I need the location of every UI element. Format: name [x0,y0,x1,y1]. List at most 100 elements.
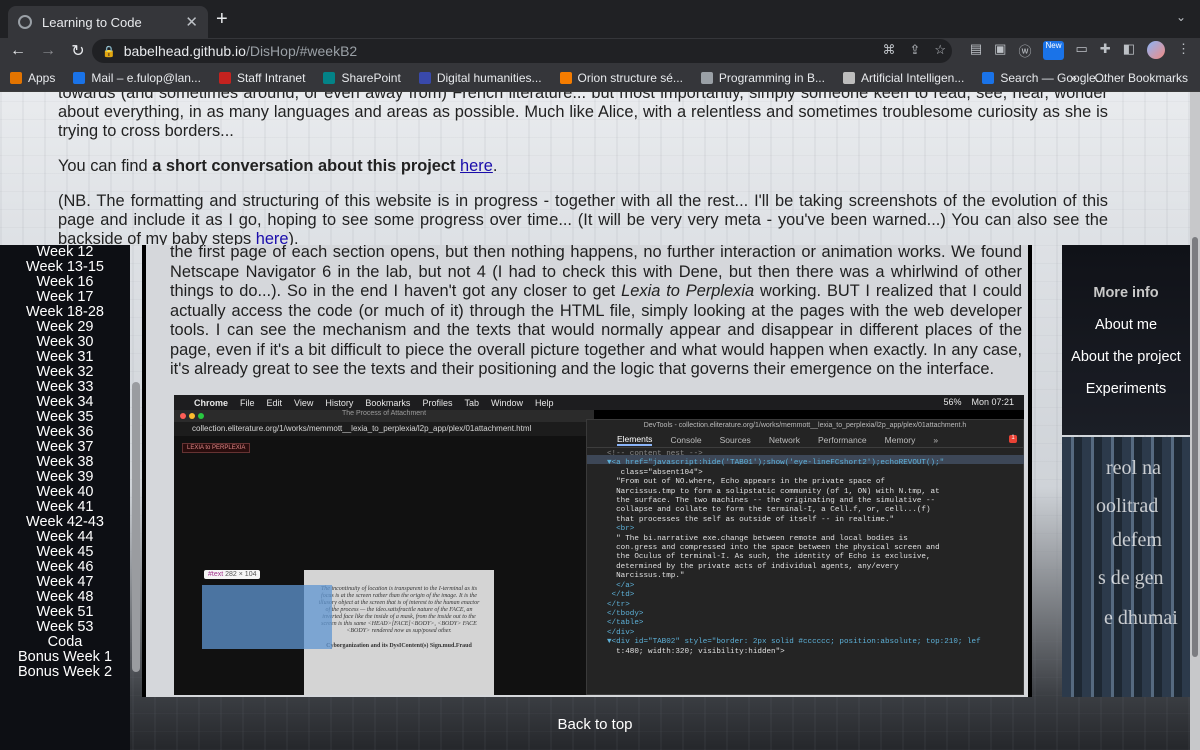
browser-tab[interactable]: Learning to Code ✕ [8,6,208,38]
week-link[interactable]: Week 17 [0,290,130,305]
more-bookmarks-button[interactable]: » [1070,71,1077,85]
week-link[interactable]: Week 13-15 [0,260,130,275]
dom-tree-line: con.gress and compressed into the space … [607,544,940,553]
week-link[interactable]: Week 18-28 [0,305,130,320]
nav-about-project[interactable]: About the project [1062,349,1190,365]
week-link[interactable]: Week 48 [0,590,130,605]
week-link[interactable]: Week 31 [0,350,130,365]
week-link[interactable]: Bonus Week 1 [0,650,130,665]
nb-text: (NB. The formatting and structuring of t… [58,192,1108,248]
week-link[interactable]: Week 45 [0,545,130,560]
tab-search-chevron-icon[interactable]: ⌄ [1176,10,1186,24]
other-bookmarks-folder[interactable]: Other Bookmarks [1095,71,1188,85]
week-link[interactable]: Week 42-43 [0,515,130,530]
bookmark-item[interactable]: Apps [10,71,55,85]
mac-menu-item: History [325,397,354,408]
week-link[interactable]: Week 47 [0,575,130,590]
puzzle-extensions-icon[interactable]: ✚ [1100,41,1111,60]
mac-menubar: Chrome File Edit View History Bookmarks Profil… [174,395,1024,410]
week-link[interactable]: Week 53 [0,620,130,635]
bookmark-item[interactable]: SharePoint [323,71,401,85]
week-link[interactable]: Week 40 [0,485,130,500]
week-link[interactable]: Week 35 [0,410,130,425]
bookmark-star-icon[interactable]: ☆ [934,42,946,58]
bookmark-item[interactable]: Staff Intranet [218,71,305,85]
share-icon[interactable]: ⇪ [909,42,920,58]
reload-button[interactable]: ↻ [66,41,90,61]
cast-icon[interactable]: ▭ [1076,41,1088,60]
week-link[interactable]: Week 41 [0,500,130,515]
nav-experiments[interactable]: Experiments [1062,381,1190,397]
side-panel-icon[interactable]: ◧ [1123,41,1135,60]
devtools-tab: Network [768,434,800,445]
week-link[interactable]: Week 39 [0,470,130,485]
week-link[interactable]: Week 32 [0,365,130,380]
bookmark-item[interactable]: Mail – e.fulop@lan... [73,71,201,85]
new-tab-button[interactable]: + [216,8,228,31]
nav-about-me[interactable]: About me [1062,317,1190,333]
address-bar[interactable]: 🔒 babelhead.github.io/DisHop/#weekB2 ⌘ ⇪… [92,39,952,63]
week-link[interactable]: Week 44 [0,530,130,545]
shield-crest-icon [218,71,231,84]
article-paragraph: the first page of each section opens, bu… [170,245,1022,380]
decorative-script-image: reol na oolitrad defem s de gen e dhumai [1062,437,1190,697]
dom-tree-line: that processes the self as outside of it… [607,515,895,524]
bookmark-item[interactable]: Orion structure sé... [559,71,683,85]
week-link[interactable]: Week 37 [0,440,130,455]
week-link[interactable]: Week 38 [0,455,130,470]
dom-tree-line: t:480; width:320; visibility:hidden"> [607,647,785,656]
dom-tree-line: ▼<div id="TAB02" style="border: 2px soli… [607,638,981,647]
bookmark-item[interactable]: Digital humanities... [418,71,542,85]
article-work-title: Lexia to Perplexia [621,282,755,300]
week-link[interactable]: Week 51 [0,605,130,620]
script-glyph: oolitrad [1096,495,1159,517]
week-link[interactable]: Week 29 [0,320,130,335]
week-link[interactable]: Bonus Week 2 [0,665,130,680]
mac-menu-item: Edit [266,397,283,408]
week-link[interactable]: Week 30 [0,335,130,350]
scrollbar-thumb[interactable] [1192,237,1198,657]
extension-pdf-icon[interactable]: ▣ [994,41,1006,60]
url-host: babelhead.github.io [123,43,246,59]
dom-tree-line: collapse and collate to form the termina… [607,506,931,515]
week-link[interactable]: Coda [0,635,130,650]
translate-icon[interactable]: ⌘ [882,42,895,58]
profile-avatar[interactable] [1147,41,1165,59]
dom-tree-line: </td> [607,591,635,600]
kebab-menu-icon[interactable]: ⋮ [1177,41,1190,60]
week-link[interactable]: Week 12 [0,245,130,260]
week-link[interactable]: Week 36 [0,425,130,440]
intro-paragraph: towards (and sometimes around, or even a… [58,92,1108,140]
more-info-heading: More info [1093,285,1159,301]
bookmark-item[interactable]: Programming in B... [700,71,825,85]
back-button[interactable]: ← [6,42,30,60]
dom-tree-line: </table> [607,619,644,628]
devtools-tab: Performance [818,434,867,445]
conversation-bold: a short conversation about this project [152,157,456,175]
week-link[interactable]: Week 33 [0,380,130,395]
battery-level: 56% [943,397,962,407]
forward-button[interactable]: → [36,42,60,60]
back-to-top-link[interactable]: Back to top [0,716,1190,733]
week-link[interactable]: Week 34 [0,395,130,410]
devtools-tab: » [933,434,939,445]
apps-grid-icon [10,71,22,84]
page-scrollbar[interactable] [1190,92,1200,750]
conversation-suffix: . [492,157,498,175]
lock-icon[interactable]: 🔒 [102,45,116,58]
embedded-url: collection.eliterature.org/1/works/memmo… [174,422,594,436]
bookmark-item[interactable]: Artificial Intelligen... [842,71,964,85]
extension-w-icon[interactable]: ⓦ [1018,41,1031,60]
script-glyph: reol na [1106,457,1161,479]
outlook-mail-icon [73,71,86,84]
close-tab-icon[interactable]: ✕ [185,13,198,31]
new-badge[interactable]: New [1043,41,1064,60]
reading-list-icon[interactable]: ▤ [970,41,982,60]
conversation-link[interactable]: here [460,157,493,175]
nav-scrollbar[interactable] [132,382,140,672]
week-link[interactable]: Week 46 [0,560,130,575]
dom-tree: <!-- content nest --> ▼<a href="javascrip… [607,450,1017,657]
inspect-tooltip: #text 282 × 104 [204,570,261,579]
dom-tree-line: <!-- content nest --> [607,450,703,458]
week-link[interactable]: Week 16 [0,275,130,290]
